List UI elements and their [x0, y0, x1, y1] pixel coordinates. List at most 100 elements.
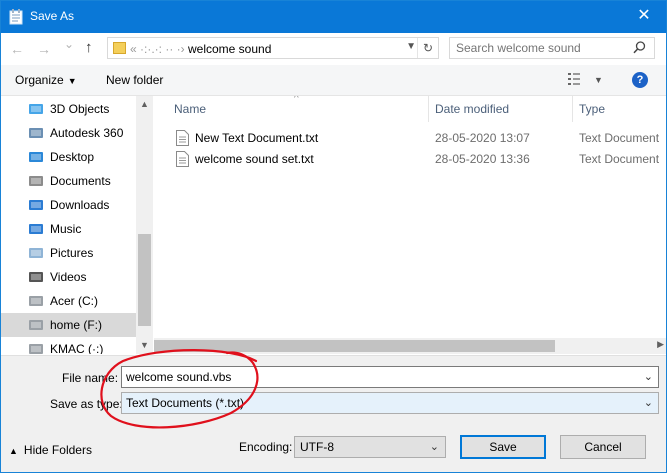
nav-pane-item[interactable]: Music: [1, 217, 136, 241]
text-file-icon: [176, 151, 189, 167]
up-arrow-icon[interactable]: ↑: [85, 39, 93, 56]
encoding-label: Encoding:: [239, 440, 293, 454]
chevron-up-icon: ▲: [9, 446, 18, 456]
text-file-icon: [176, 130, 189, 146]
nav-pane-item[interactable]: Desktop: [1, 145, 136, 169]
nav-pane-item[interactable]: home (F:): [1, 313, 136, 337]
nav-pane-item-label: Music: [50, 222, 82, 236]
nav-pane-item[interactable]: Downloads: [1, 193, 136, 217]
save-as-type-select[interactable]: Text Documents (*.txt) ⌄: [121, 392, 659, 414]
address-bar[interactable]: « ·:·.·: ·· ·› welcome sound ▼ ↻: [107, 37, 439, 59]
column-header-type[interactable]: Type: [579, 102, 605, 116]
navigation-pane-scrollbar[interactable]: ▲ ▼: [136, 96, 153, 354]
save-as-type-value: Text Documents (*.txt): [126, 396, 245, 410]
downloads-icon: [28, 197, 45, 213]
breadcrumb-current[interactable]: welcome sound: [188, 42, 271, 56]
help-icon[interactable]: ?: [632, 72, 648, 88]
chevron-down-icon: ▼: [67, 76, 77, 86]
organize-button[interactable]: Organize ▼: [15, 73, 77, 87]
file-list: ^ Name Date modified Type New Text Docum…: [154, 96, 666, 354]
nav-pane-item-label: KMAC (·:): [50, 342, 104, 354]
scrollbar-thumb[interactable]: [154, 340, 555, 352]
chevron-down-icon[interactable]: ⌄: [644, 370, 653, 383]
file-name-input[interactable]: [126, 370, 626, 384]
nav-pane-item[interactable]: Acer (C:): [1, 289, 136, 313]
documents-icon: [28, 173, 45, 189]
pictures-icon: [28, 245, 45, 261]
drive-icon: [28, 317, 45, 333]
new-folder-button[interactable]: New folder: [106, 73, 163, 87]
close-button[interactable]: ✕: [622, 1, 666, 33]
file-name-combobox[interactable]: ⌄: [121, 366, 659, 388]
file-list-horizontal-scrollbar[interactable]: ▶: [154, 338, 666, 354]
nav-pane-item-label: Acer (C:): [50, 294, 98, 308]
videos-icon: [28, 269, 45, 285]
search-icon: [633, 41, 646, 54]
encoding-value: UTF-8: [300, 440, 334, 454]
search-box[interactable]: [449, 37, 655, 59]
file-type: Text Document: [579, 131, 660, 145]
view-dropdown-icon: ▼: [594, 75, 603, 85]
back-arrow-icon[interactable]: ←: [10, 41, 24, 57]
nav-pane-item-label: 3D Objects: [50, 102, 110, 116]
column-header-date-modified[interactable]: Date modified: [435, 102, 509, 116]
sort-ascending-icon: ^: [294, 96, 299, 104]
nav-pane-item-label: Videos: [50, 270, 87, 284]
file-date: 28-05-2020 13:36: [435, 152, 530, 166]
refresh-icon[interactable]: ↻: [417, 38, 438, 58]
breadcrumb-overflow[interactable]: «: [130, 42, 137, 56]
file-type: Text Document: [579, 152, 660, 166]
desktop-icon: [28, 149, 45, 165]
hide-folders-button[interactable]: ▲ Hide Folders: [9, 443, 92, 457]
column-divider[interactable]: [572, 96, 573, 122]
music-icon: [28, 221, 45, 237]
search-input[interactable]: [456, 40, 626, 56]
file-name-label: File name:: [62, 371, 119, 385]
breadcrumb[interactable]: « ·:·.·: ·· ·› welcome sound: [130, 42, 271, 56]
hide-folders-label: Hide Folders: [23, 443, 92, 457]
save-as-type-label: Save as type:: [50, 397, 123, 411]
nav-pane-item-label: home (F:): [50, 318, 103, 332]
nav-pane-item-label: Desktop: [50, 150, 95, 164]
scrollbar-thumb[interactable]: [138, 234, 151, 326]
file-row[interactable]: New Text Document.txt 28-05-2020 13:07 T…: [172, 128, 666, 148]
change-view-button[interactable]: ▼: [568, 73, 603, 88]
nav-pane-item-label: Downloads: [50, 198, 110, 212]
folder-icon: [113, 42, 126, 54]
nav-pane-item[interactable]: Pictures: [1, 241, 136, 265]
nav-pane-item[interactable]: Autodesk 360: [1, 121, 136, 145]
organize-label: Organize: [15, 73, 64, 87]
close-icon: ✕: [637, 7, 651, 24]
notepad-icon: [9, 9, 23, 25]
navigation-pane: 3D Objects Autodesk 360 Desktop Documents Do…: [1, 96, 136, 354]
cancel-button[interactable]: Cancel: [560, 435, 646, 459]
chevron-down-icon: ⌄: [429, 441, 439, 453]
scroll-down-arrow-icon[interactable]: ▼: [140, 340, 149, 350]
scroll-right-arrow-icon[interactable]: ▶: [657, 339, 664, 350]
forward-arrow-icon[interactable]: →: [37, 41, 51, 57]
recent-locations-chevron-icon[interactable]: ⌄: [64, 37, 74, 51]
nav-pane-item-label: Documents: [50, 174, 111, 188]
drive-icon: [28, 341, 45, 354]
column-divider[interactable]: [428, 96, 429, 122]
file-row[interactable]: welcome sound set.txt 28-05-2020 13:36 T…: [172, 149, 666, 169]
nav-pane-item[interactable]: Videos: [1, 265, 136, 289]
file-date: 28-05-2020 13:07: [435, 131, 530, 145]
title-bar: Save As ✕: [1, 1, 666, 33]
chevron-down-icon[interactable]: ⌄: [644, 396, 653, 409]
window-title: Save As: [30, 9, 75, 23]
autodesk-360-icon: [28, 125, 45, 141]
nav-pane-item-label: Autodesk 360: [50, 126, 124, 140]
breadcrumb-hidden-path[interactable]: ·:·.·: ·· ·›: [137, 42, 188, 56]
save-button[interactable]: Save: [460, 435, 546, 459]
3d-objects-icon: [28, 101, 45, 117]
address-dropdown-icon[interactable]: ▼: [406, 41, 416, 52]
drive-icon: [28, 293, 45, 309]
nav-pane-item[interactable]: Documents: [1, 169, 136, 193]
encoding-select[interactable]: UTF-8 ⌄: [294, 436, 446, 458]
nav-pane-item[interactable]: 3D Objects: [1, 97, 136, 121]
nav-pane-item[interactable]: KMAC (·:): [1, 337, 136, 354]
nav-pane-item-label: Pictures: [50, 246, 94, 260]
column-header-name[interactable]: Name: [174, 102, 206, 116]
scroll-up-arrow-icon[interactable]: ▲: [140, 99, 149, 109]
